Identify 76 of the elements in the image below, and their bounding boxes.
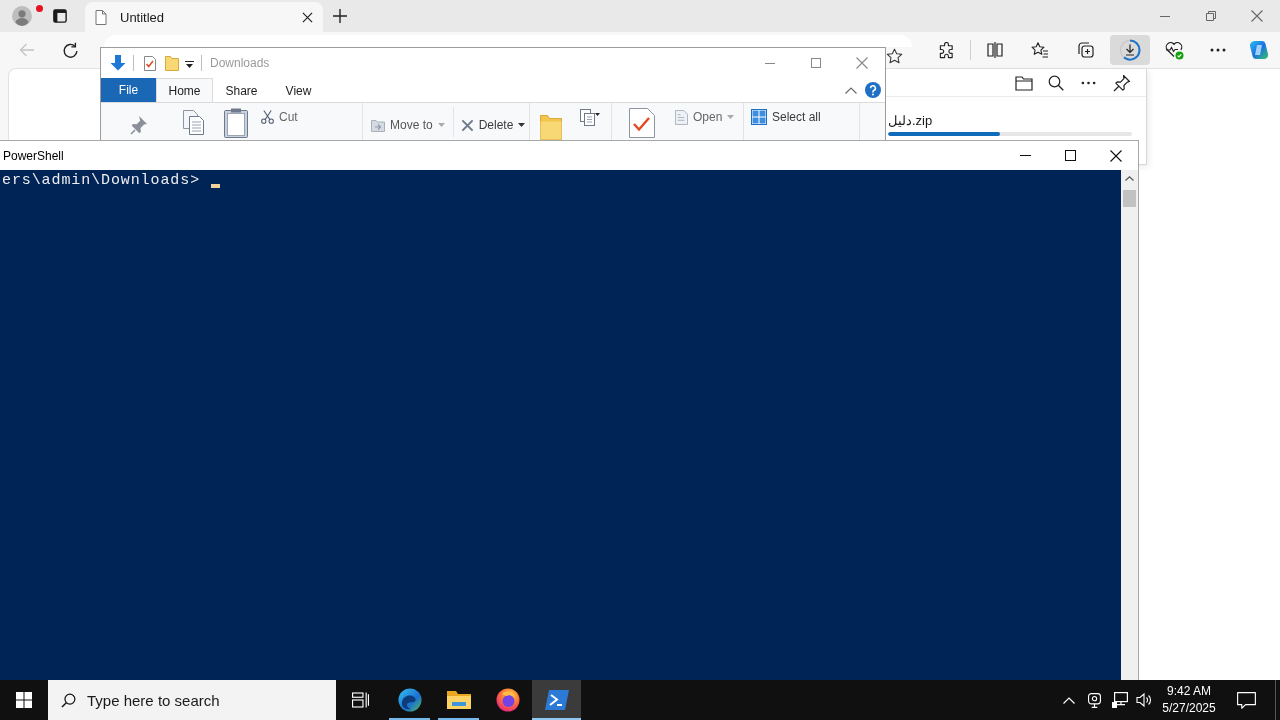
puzzle-icon[interactable] [938,41,955,59]
window-title: PowerShell [3,148,64,163]
swirl-assistant-icon[interactable] [1249,40,1269,60]
x-mark-icon [460,118,474,132]
scroll-up-icon[interactable] [1125,176,1134,181]
pin-icon[interactable] [1113,73,1131,92]
delete-button[interactable]: Delete [460,116,526,134]
network-icon[interactable] [1112,692,1128,708]
folder-icon[interactable] [1015,74,1033,91]
close-icon [1109,149,1122,162]
new-item-icon[interactable] [580,109,600,127]
favorites-icon[interactable] [1031,41,1049,59]
start-icon [16,692,32,708]
new-tab-icon[interactable] [333,9,347,23]
notification-icon[interactable] [1237,691,1256,709]
browser-tab[interactable]: Untitled [85,2,323,32]
collections-icon[interactable] [1076,41,1094,59]
heart-pulse-icon[interactable] [1164,40,1184,60]
terminal-icon [544,690,569,710]
split-screen-icon[interactable] [986,42,1004,58]
select-all-button[interactable]: Select all [751,108,821,126]
move-to-button[interactable]: Move to [371,116,445,134]
search-icon [61,693,76,708]
document-list-icon [675,109,688,125]
webcam-icon[interactable] [1088,692,1101,708]
more-options-icon[interactable] [1081,80,1096,85]
checked-document-icon[interactable] [144,55,156,71]
minimize-icon [1020,155,1031,156]
refresh-icon[interactable] [62,41,79,59]
checked-document-icon[interactable] [629,108,655,138]
window-title: Downloads [210,56,270,70]
close-tab-icon[interactable] [302,11,313,23]
cursor-icon [211,184,221,188]
folder-arrow-icon [371,118,385,132]
downloads-button[interactable] [1110,35,1150,65]
clock-button[interactable]: 9:42 AM 5/27/2025 [1159,683,1219,717]
close-icon [1251,10,1263,22]
help-icon[interactable] [865,82,881,98]
clipboard-icon[interactable] [224,108,248,138]
profile-icon[interactable] [12,6,32,26]
search-field[interactable]: Type here to search [48,680,336,720]
maximize-icon [1065,150,1076,161]
wave-globe-icon [397,688,422,712]
page-icon [95,9,107,25]
grid-squares-icon [751,109,767,125]
down-arrow-icon[interactable] [110,55,126,71]
folder-icon [446,690,471,710]
download-progress-icon [1119,39,1141,61]
restore-icon [1206,11,1216,21]
minimize-icon [1160,15,1170,17]
copy-icon[interactable] [183,110,205,136]
more-options-icon[interactable] [1210,48,1226,52]
ribbon-tab[interactable]: Share [213,78,270,102]
maximize-icon [811,58,821,68]
scrollbar-thumb[interactable] [1123,190,1136,207]
minimize-icon [765,62,775,64]
console-area[interactable]: ers\admin\Downloads> [0,170,1121,680]
search-icon[interactable] [1048,74,1064,91]
fox-globe-icon [495,688,520,712]
tab-actions-icon[interactable] [53,9,67,23]
download-file-name[interactable]: دليل.zip [888,113,933,129]
taskbar-app-button[interactable] [532,680,581,720]
ribbon-tab[interactable]: Home [156,78,213,102]
dropdown-caret-icon[interactable] [185,60,194,69]
cut-button[interactable]: Cut [261,108,298,126]
ribbon-tab[interactable]: View [270,78,327,102]
file-menu-button[interactable]: File [101,78,156,102]
pushpin-icon[interactable] [130,115,148,135]
scrollbar[interactable] [1121,170,1138,680]
speaker-icon[interactable] [1136,692,1152,708]
scissors-icon [261,110,274,124]
task-view-icon [352,692,369,708]
open-button[interactable]: Open [675,108,735,126]
favorite-star-icon[interactable] [886,48,903,65]
close-icon [856,57,868,69]
console-prompt: ers\admin\Downloads> [2,173,201,189]
